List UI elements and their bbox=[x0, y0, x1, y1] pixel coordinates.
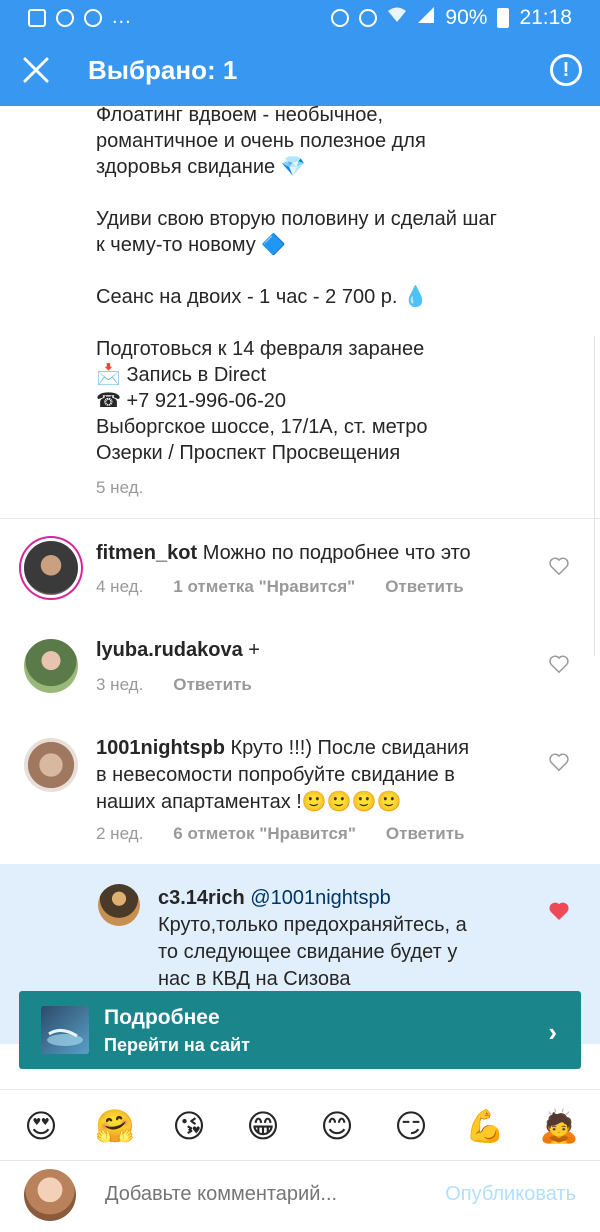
battery-icon bbox=[497, 8, 510, 28]
alarm-icon bbox=[359, 9, 378, 27]
comment-input[interactable] bbox=[105, 1183, 405, 1206]
comment-username[interactable]: c3.14rich bbox=[158, 887, 245, 909]
comment-username[interactable]: 1001nightspb bbox=[96, 737, 225, 759]
comment-meta: 3 нед. Ответить bbox=[96, 675, 252, 695]
heart-outline-icon[interactable] bbox=[548, 751, 570, 773]
data-saver-icon bbox=[331, 9, 350, 27]
avatar[interactable] bbox=[24, 738, 78, 792]
comment-body: Круто,только предохраняйтесь, а то следу… bbox=[158, 914, 467, 990]
comment-username[interactable]: lyuba.rudakova bbox=[96, 639, 243, 661]
cta-subtitle: Перейти на сайт bbox=[104, 1035, 250, 1055]
avatar[interactable] bbox=[24, 541, 78, 595]
heart-filled-icon[interactable] bbox=[548, 900, 570, 922]
alert-icon: ! bbox=[562, 58, 570, 81]
battery-percent: 90% bbox=[445, 6, 488, 29]
signal-icon bbox=[417, 6, 435, 30]
emoji-muscle-button[interactable]: 💪 bbox=[457, 1107, 513, 1145]
learn-more-banner[interactable]: Подробнее Перейти на сайт › bbox=[19, 991, 581, 1069]
comment-likes[interactable]: 1 отметка "Нравится" bbox=[173, 577, 355, 597]
emoji-kiss-button[interactable]: 😘 bbox=[161, 1107, 217, 1145]
chevron-right-icon: › bbox=[548, 1017, 557, 1047]
wifi-icon bbox=[387, 6, 407, 30]
ad-thumbnail bbox=[41, 1006, 89, 1054]
comment-text: lyuba.rudakova + bbox=[96, 637, 536, 664]
selection-title: Выбрано: 1 bbox=[88, 55, 238, 85]
emoji-grin-button[interactable]: 😁 bbox=[235, 1107, 291, 1145]
status-bar: ... 90% 21:18 bbox=[0, 0, 600, 36]
emoji-smile-button[interactable]: 😊 bbox=[309, 1107, 365, 1145]
heart-outline-icon[interactable] bbox=[548, 653, 570, 675]
emoji-heart-eyes-button[interactable]: 😍 bbox=[13, 1107, 69, 1145]
status-bar-right: 90% 21:18 bbox=[331, 6, 572, 30]
avatar bbox=[24, 1169, 76, 1221]
status-bar-left: ... bbox=[28, 6, 132, 29]
selection-app-bar: Выбрано: 1 ! bbox=[0, 36, 600, 106]
post-caption: Флоатинг вдвоем - необычное, романтичное… bbox=[96, 104, 497, 464]
comment-meta: 4 нед. 1 отметка "Нравится" Ответить bbox=[96, 577, 464, 597]
post-button[interactable]: Опубликовать bbox=[445, 1183, 576, 1206]
search-notification-icon bbox=[84, 8, 102, 27]
cta-title: Подробнее bbox=[104, 1006, 220, 1029]
comment-composer: Опубликовать bbox=[0, 1160, 600, 1232]
mention-link[interactable]: @1001nightspb bbox=[250, 887, 390, 909]
comment-meta: 2 нед. 6 отметок "Нравится" Ответить bbox=[96, 824, 464, 844]
comment-time: 2 нед. bbox=[96, 824, 144, 843]
reply-button[interactable]: Ответить bbox=[385, 577, 464, 597]
emoji-quick-bar: 😍 🤗 😘 😁 😊 😏 💪 🙇 bbox=[0, 1089, 600, 1161]
comment-likes[interactable]: 6 отметок "Нравится" bbox=[173, 824, 356, 844]
divider bbox=[0, 518, 600, 519]
avatar[interactable] bbox=[24, 639, 78, 693]
emoji-smirk-button[interactable]: 😏 bbox=[383, 1107, 439, 1145]
account-notification-icon bbox=[56, 8, 74, 27]
heart-outline-icon[interactable] bbox=[548, 555, 570, 577]
comment-username[interactable]: fitmen_kot bbox=[96, 542, 197, 564]
more-notifications-text: ... bbox=[112, 6, 132, 28]
reply-button[interactable]: Ответить bbox=[173, 675, 252, 695]
emoji-hug-button[interactable]: 🤗 bbox=[87, 1107, 143, 1145]
close-icon bbox=[23, 57, 49, 83]
comment-text: fitmen_kot Можно по подробнее что это bbox=[96, 540, 536, 567]
comment-time: 4 нед. bbox=[96, 577, 144, 596]
comment-time: 3 нед. bbox=[96, 675, 144, 694]
gallery-notification-icon bbox=[28, 8, 46, 27]
comment-text: 1001nightspb Круто !!!) После свидания в… bbox=[96, 735, 546, 816]
avatar[interactable] bbox=[98, 884, 140, 926]
emoji-bow-button[interactable]: 🙇 bbox=[531, 1107, 587, 1145]
reply-button[interactable]: Ответить bbox=[386, 824, 465, 844]
comment-body: + bbox=[248, 639, 260, 661]
reply-text: c3.14rich @1001nightspb Круто,только пре… bbox=[158, 885, 518, 993]
scrollbar[interactable] bbox=[594, 336, 600, 656]
comment-body: Можно по подробнее что это bbox=[202, 542, 471, 564]
close-selection-button[interactable] bbox=[14, 48, 58, 92]
clock: 21:18 bbox=[519, 6, 572, 29]
caption-timestamp: 5 нед. bbox=[96, 478, 144, 497]
report-button[interactable]: ! bbox=[550, 54, 582, 86]
